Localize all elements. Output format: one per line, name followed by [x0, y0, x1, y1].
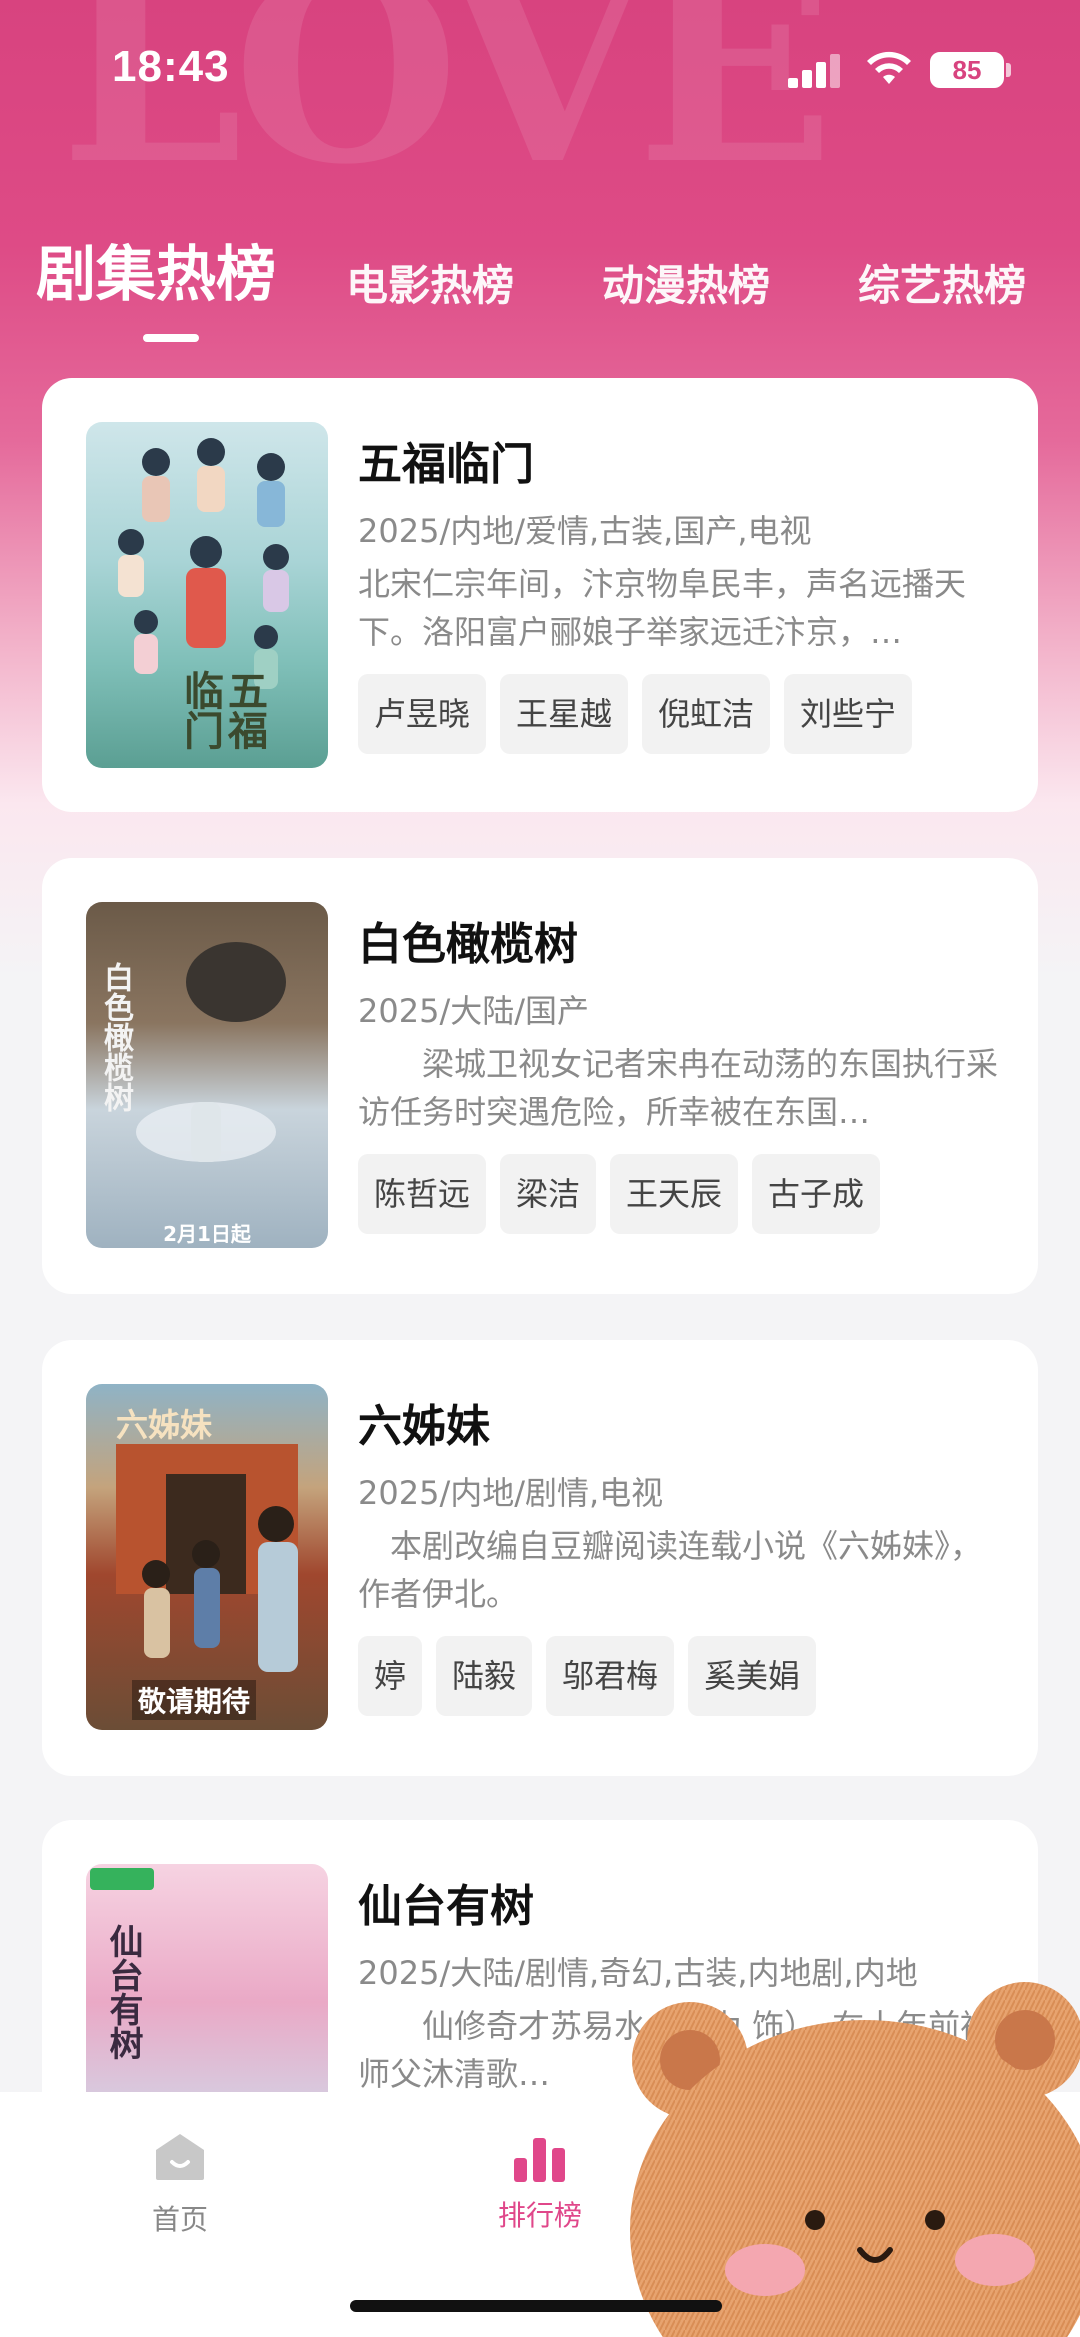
battery-tip — [1006, 63, 1011, 77]
tab-active-indicator — [143, 334, 199, 342]
list-item[interactable]: 六姊妹 敬请期待 六姊妹 2025/内地/剧情,电视 本剧改编自豆瓣阅读连载小说… — [42, 1340, 1038, 1776]
nav-home[interactable]: 首页 — [120, 2132, 240, 2238]
poster-image: 五福临门 — [86, 422, 328, 768]
cast-tag[interactable]: 倪虹洁 — [642, 674, 771, 754]
card-title: 仙台有树 — [358, 1881, 534, 1932]
nav-ranking-label: 排行榜 — [497, 2199, 582, 2232]
nav-home-label: 首页 — [151, 2203, 208, 2236]
poster-subtitle: 敬请期待 — [132, 1680, 257, 1720]
wifi-icon — [867, 51, 911, 84]
cast-tag[interactable]: 陆毅 — [436, 1636, 533, 1716]
ranking-tabs: 剧集热榜 电影热榜 动漫热榜 综艺热榜 — [0, 232, 1080, 342]
poster-image: 六姊妹 敬请期待 — [86, 1384, 328, 1730]
cast-tags: 陈哲远 梁洁 王天辰 古子成 — [358, 1154, 881, 1238]
battery-icon: 85 — [930, 52, 1004, 88]
tab-variety[interactable]: 综艺热榜 — [858, 252, 1026, 313]
cast-tag[interactable]: 刘些宁 — [784, 674, 913, 754]
tab-anime[interactable]: 动漫热榜 — [602, 252, 770, 313]
tab-movies[interactable]: 电影热榜 — [346, 252, 514, 313]
cast-tag[interactable]: 奚美娟 — [688, 1636, 817, 1716]
card-meta: 2025/大陆/国产 — [358, 992, 590, 1030]
status-bar: 18:43 85 — [0, 0, 1080, 140]
home-indicator — [350, 2300, 722, 2312]
platform-badge — [90, 1868, 154, 1890]
cast-tag[interactable]: 婷 — [358, 1636, 423, 1716]
card-meta: 2025/内地/爱情,古装,国产,电视 — [358, 512, 812, 550]
cast-tag[interactable]: 邬君梅 — [546, 1636, 675, 1716]
status-time: 18:43 — [112, 42, 230, 91]
poster-title: 六姊妹 — [116, 1406, 213, 1444]
battery-level: 85 — [952, 55, 982, 85]
cast-tag[interactable]: 梁洁 — [500, 1154, 597, 1234]
cast-tag[interactable]: 王天辰 — [610, 1154, 739, 1234]
cast-tags: 卢昱晓 王星越 倪虹洁 刘些宁 — [358, 674, 913, 758]
cast-tag[interactable]: 王星越 — [500, 674, 629, 754]
card-description: 梁城卫视女记者宋冉在动荡的东国执行采访任务时突遇危险，所幸被在东国… — [358, 1045, 998, 1131]
poster-title: 白色橄榄树 — [98, 962, 133, 1112]
poster-title: 五福临门 — [177, 670, 268, 750]
card-title: 五福临门 — [358, 439, 534, 490]
list-item[interactable]: 五福临门 五福临门 2025/内地/爱情,古装,国产,电视 北宋仁宗年间，汴京物… — [42, 378, 1038, 812]
tab-series[interactable]: 剧集热榜 — [36, 226, 276, 313]
poster-date: 2月1日起 — [163, 1222, 251, 1246]
list-item[interactable]: 白色橄榄树 2月1日起 白色橄榄树 2025/大陆/国产 梁城卫视女记者宋冉在动… — [42, 858, 1038, 1294]
card-title: 白色橄榄树 — [358, 919, 578, 970]
home-icon — [156, 2134, 204, 2180]
card-description: 北宋仁宗年间，汴京物阜民丰，声名远播天下。洛阳富户郦娘子举家远迁汴京，… — [358, 565, 967, 651]
signal-icon — [788, 52, 844, 88]
card-title: 六姊妹 — [358, 1401, 490, 1452]
poster-title: 仙台有树 — [103, 1924, 143, 2060]
cast-tags: 婷 陆毅 邬君梅 奚美娟 — [358, 1636, 817, 1720]
cast-tag[interactable]: 陈哲远 — [358, 1154, 487, 1234]
poster-image: 白色橄榄树 2月1日起 — [86, 902, 328, 1248]
teddy-bear-sticker — [630, 1982, 1080, 2337]
nav-ranking[interactable]: 排行榜 — [480, 2132, 600, 2234]
cast-tag[interactable]: 卢昱晓 — [358, 674, 487, 754]
card-meta: 2025/内地/剧情,电视 — [358, 1474, 664, 1512]
bar-chart-icon — [512, 2132, 568, 2182]
card-description: 本剧改编自豆瓣阅读连载小说《六姊妹》， 作者伊北。 — [358, 1527, 983, 1613]
cast-tag[interactable]: 古子成 — [752, 1154, 881, 1234]
